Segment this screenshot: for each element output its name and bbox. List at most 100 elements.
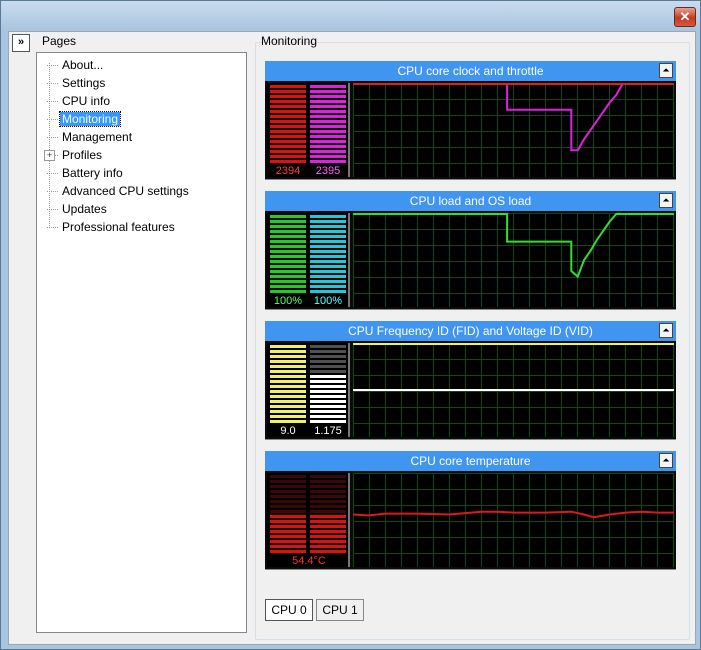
meter-box: 2394 2395	[267, 83, 350, 177]
meter-segment	[270, 550, 306, 553]
meter-segment	[310, 540, 346, 543]
meter-segment	[270, 155, 306, 158]
meter-segment	[270, 95, 306, 98]
tree-connector	[47, 65, 58, 67]
meter-segment	[310, 265, 346, 268]
meter-segment	[270, 405, 306, 408]
history-graph	[353, 473, 674, 567]
meter-segment	[310, 270, 346, 273]
meter-segment	[310, 255, 346, 258]
expand-plus-icon[interactable]: +	[44, 150, 55, 161]
meter-segment	[310, 145, 346, 148]
meter-segment	[270, 515, 306, 518]
collapse-chevron-up-icon[interactable]: ⏶	[659, 63, 673, 78]
meter-box: 54.4°C	[267, 473, 350, 567]
panel-header: CPU core temperature ⏶	[265, 451, 676, 471]
meter-segment	[310, 395, 346, 398]
pages-heading: Pages	[42, 34, 77, 48]
meter-segment	[310, 550, 346, 553]
tree-connector	[47, 101, 58, 103]
close-button[interactable]: ✕	[674, 7, 696, 27]
meter-segment	[270, 100, 306, 103]
collapse-chevron-up-icon[interactable]: ⏶	[659, 453, 673, 468]
meter-segment	[270, 130, 306, 133]
tree-item-about[interactable]: About...	[47, 57, 105, 73]
tab-cpu-1[interactable]: CPU 1	[316, 599, 364, 621]
monitor-panel: CPU Frequency ID (FID) and Voltage ID (V…	[265, 321, 676, 441]
meter-segment	[270, 265, 306, 268]
meter-segment	[310, 95, 346, 98]
meter-value: 1.175	[314, 425, 342, 437]
meter-segment	[270, 355, 306, 358]
tree-connector	[47, 83, 58, 85]
meter-segment	[310, 365, 346, 368]
meter-segment	[310, 355, 346, 358]
tree-item-label: Updates	[62, 202, 107, 216]
meter-segment	[270, 260, 306, 263]
app-window: ✕ » Pages About... Settings CPU info Monito…	[0, 0, 701, 650]
tree-item-label: CPU info	[62, 94, 111, 108]
title-bar[interactable]: ✕	[1, 1, 700, 31]
tree-item-profiles[interactable]: Profiles	[47, 147, 104, 163]
meter-segment	[270, 160, 306, 163]
panel-header: CPU Frequency ID (FID) and Voltage ID (V…	[265, 321, 676, 341]
tree-connector	[47, 173, 58, 175]
meter-segment	[310, 400, 346, 403]
meter-value: 100%	[313, 295, 343, 307]
meter-segment	[270, 345, 306, 348]
meter-segment	[310, 155, 346, 158]
pages-tree[interactable]: About... Settings CPU info Monitoring Manage…	[36, 52, 247, 633]
meter-segment	[310, 140, 346, 143]
meter-segment	[270, 285, 306, 288]
meter-segment	[270, 530, 306, 533]
tab-cpu-0[interactable]: CPU 0	[265, 599, 313, 621]
meter-segment	[310, 420, 346, 423]
tree-item-label: Battery info	[62, 166, 123, 180]
meter-segment	[310, 500, 346, 503]
tree-item-label: Professional features	[62, 220, 175, 234]
meter-segment	[310, 380, 346, 383]
tree-item-label: Profiles	[62, 148, 103, 162]
meter-segment	[310, 160, 346, 163]
panel-title: CPU Frequency ID (FID) and Voltage ID (V…	[348, 324, 593, 338]
monitoring-heading: Monitoring	[261, 34, 318, 48]
tree-item-advanced-cpu-settings[interactable]: Advanced CPU settings	[47, 183, 191, 199]
meter-segment	[270, 230, 306, 233]
tree-connector	[47, 137, 58, 139]
meter-segment	[310, 235, 346, 238]
meter-segment	[270, 490, 306, 493]
tree-connector	[47, 119, 58, 121]
collapse-chevron-up-icon[interactable]: ⏶	[659, 323, 673, 338]
meter-segment	[270, 350, 306, 353]
tree-connector	[47, 191, 58, 193]
tree-item-cpu-info[interactable]: CPU info	[47, 93, 112, 109]
tree-connector	[47, 209, 58, 211]
meter-segment	[310, 125, 346, 128]
level-meter	[270, 215, 306, 295]
client-area: » Pages About... Settings CPU info Monitori…	[8, 31, 696, 645]
meter-segment	[270, 280, 306, 283]
tree-item-management[interactable]: Management	[47, 129, 134, 145]
meter-segment	[270, 290, 306, 293]
meter-segment	[270, 375, 306, 378]
history-graph	[353, 213, 674, 307]
tree-item-monitoring[interactable]: Monitoring	[47, 111, 122, 127]
tree-item-battery-info[interactable]: Battery info	[47, 165, 125, 181]
meter-segment	[270, 520, 306, 523]
meter-segment	[310, 390, 346, 393]
meter-segment	[310, 530, 346, 533]
meter-segment	[310, 475, 346, 478]
meter-segment	[270, 90, 306, 93]
meter-segment	[310, 520, 346, 523]
expand-sidebar-button[interactable]: »	[12, 34, 30, 52]
meter-segment	[270, 415, 306, 418]
meter-segment	[310, 490, 346, 493]
panel-header: CPU load and OS load ⏶	[265, 191, 676, 211]
meter-segment	[270, 390, 306, 393]
tree-item-label: Advanced CPU settings	[62, 184, 189, 198]
tree-item-professional-features[interactable]: Professional features	[47, 219, 177, 235]
level-meter	[310, 85, 346, 165]
tree-item-settings[interactable]: Settings	[47, 75, 107, 91]
collapse-chevron-up-icon[interactable]: ⏶	[659, 193, 673, 208]
tree-item-updates[interactable]: Updates	[47, 201, 109, 217]
